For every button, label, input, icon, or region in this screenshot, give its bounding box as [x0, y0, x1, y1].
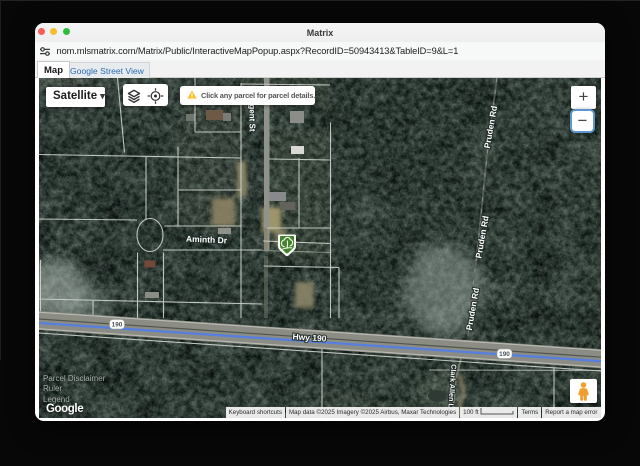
- svg-text:Aminth Dr: Aminth Dr: [186, 234, 228, 246]
- svg-text:190: 190: [499, 351, 510, 358]
- svg-text:190: 190: [112, 322, 123, 329]
